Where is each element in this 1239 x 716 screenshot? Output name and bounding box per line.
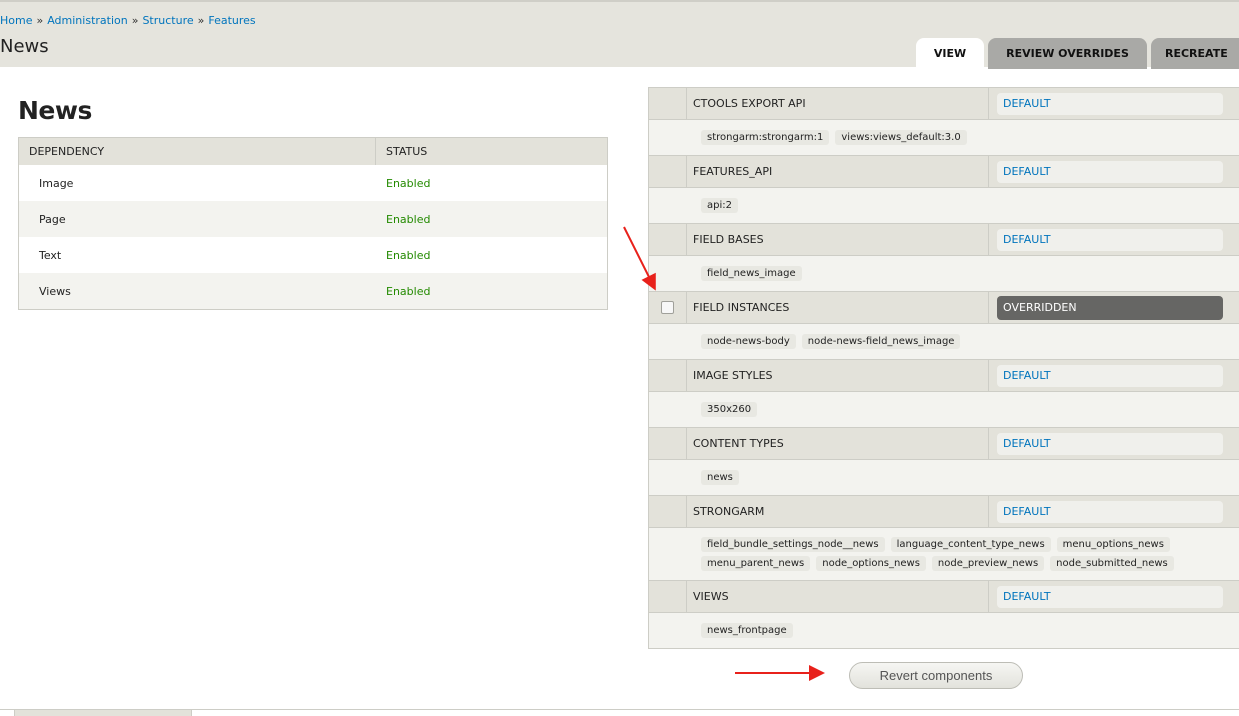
component-items: 350x260 bbox=[649, 391, 1239, 427]
components-table: CTOOLS EXPORT API DEFAULT strongarm:strong… bbox=[648, 87, 1239, 649]
component-item: views:views_default:3.0 bbox=[835, 130, 967, 145]
component-name: FEATURES_API bbox=[687, 156, 989, 187]
dependency-name: Page bbox=[39, 212, 66, 226]
component-state-cell: DEFAULT bbox=[989, 92, 1239, 115]
component-item: language_content_type_news bbox=[890, 537, 1051, 552]
component-item: strongarm:strongarm:1 bbox=[701, 130, 830, 145]
component-checkbox-cell bbox=[649, 156, 687, 187]
breadcrumb-features[interactable]: Features bbox=[208, 14, 255, 27]
component-name: FIELD BASES bbox=[687, 224, 989, 255]
component-state-badge[interactable]: DEFAULT bbox=[997, 160, 1223, 183]
dependency-row: Text Enabled bbox=[19, 237, 607, 273]
dependency-status: Enabled bbox=[386, 248, 431, 262]
component-item: node-news-body bbox=[701, 334, 796, 349]
tab-review-overrides[interactable]: REVIEW OVERRIDES bbox=[988, 38, 1147, 69]
component-items: strongarm:strongarm:1 views:views_default… bbox=[649, 119, 1239, 155]
tab-recreate[interactable]: RECREATE bbox=[1151, 38, 1239, 69]
component-header: CTOOLS EXPORT API DEFAULT bbox=[649, 87, 1239, 119]
component-checkbox-cell bbox=[649, 360, 687, 391]
breadcrumb-home[interactable]: Home bbox=[0, 14, 32, 27]
dependency-status: Enabled bbox=[386, 212, 431, 226]
component-name: VIEWS bbox=[687, 581, 989, 612]
breadcrumb-separator: » bbox=[131, 14, 139, 27]
tabs: VIEW REVIEW OVERRIDES RECREATE bbox=[916, 38, 1239, 69]
component-state-cell: DEFAULT bbox=[989, 432, 1239, 455]
component-items: field_news_image bbox=[649, 255, 1239, 291]
component-state-badge[interactable]: DEFAULT bbox=[997, 228, 1223, 251]
feature-title: News bbox=[18, 96, 92, 125]
component-name: CONTENT TYPES bbox=[687, 428, 989, 459]
dependency-row: Image Enabled bbox=[19, 165, 607, 201]
component-state-badge[interactable]: DEFAULT bbox=[997, 364, 1223, 387]
component-item: node_options_news bbox=[816, 556, 926, 571]
component-name: IMAGE STYLES bbox=[687, 360, 989, 391]
component-item: field_bundle_settings_node__news bbox=[701, 537, 885, 552]
component-items: node-news-body node-news-field_news_image bbox=[649, 323, 1239, 359]
component-state-badge[interactable]: OVERRIDDEN bbox=[997, 295, 1223, 320]
component-item: news bbox=[701, 470, 739, 485]
breadcrumb-separator: » bbox=[197, 14, 205, 27]
component-item: field_news_image bbox=[701, 266, 802, 281]
component-state-badge[interactable]: DEFAULT bbox=[997, 585, 1223, 608]
revert-components-button[interactable]: Revert components bbox=[849, 662, 1023, 689]
component-state-cell: DEFAULT bbox=[989, 500, 1239, 523]
breadcrumb-structure[interactable]: Structure bbox=[142, 14, 193, 27]
component-state-cell: DEFAULT bbox=[989, 228, 1239, 251]
dependency-status: Enabled bbox=[386, 176, 431, 190]
dependency-status: Enabled bbox=[386, 284, 431, 298]
component-state-cell: DEFAULT bbox=[989, 160, 1239, 183]
component-header: STRONGARM DEFAULT bbox=[649, 495, 1239, 527]
breadcrumb-separator: » bbox=[36, 14, 44, 27]
breadcrumb: Home» Administration» Structure» Features bbox=[0, 14, 256, 27]
component-checkbox-cell bbox=[649, 581, 687, 612]
component-header: FEATURES_API DEFAULT bbox=[649, 155, 1239, 187]
component-name: FIELD INSTANCES bbox=[687, 292, 989, 323]
component-header: VIEWS DEFAULT bbox=[649, 580, 1239, 612]
dependency-name: Image bbox=[39, 176, 74, 190]
component-state-badge[interactable]: DEFAULT bbox=[997, 432, 1223, 455]
component-header: FIELD INSTANCES OVERRIDDEN bbox=[649, 291, 1239, 323]
component-item: menu_options_news bbox=[1056, 537, 1170, 552]
component-checkbox-cell bbox=[649, 292, 687, 323]
component-header: CONTENT TYPES DEFAULT bbox=[649, 427, 1239, 459]
component-state-cell: OVERRIDDEN bbox=[989, 295, 1239, 320]
component-state-cell: DEFAULT bbox=[989, 585, 1239, 608]
component-checkbox-cell bbox=[649, 496, 687, 527]
component-state-badge[interactable]: DEFAULT bbox=[997, 500, 1223, 523]
dependency-table: DEPENDENCY STATUS Image Enabled Page Enable… bbox=[18, 137, 608, 310]
component-checkbox-cell bbox=[649, 428, 687, 459]
component-header: IMAGE STYLES DEFAULT bbox=[649, 359, 1239, 391]
dependency-row: Views Enabled bbox=[19, 273, 607, 309]
status-column-header: STATUS bbox=[386, 145, 428, 158]
component-items: news_frontpage bbox=[649, 612, 1239, 648]
component-state-cell: DEFAULT bbox=[989, 364, 1239, 387]
component-items: news bbox=[649, 459, 1239, 495]
page-header: Home» Administration» Structure» Features N… bbox=[0, 0, 1239, 69]
dependency-column-header: DEPENDENCY bbox=[19, 138, 376, 165]
component-item: news_frontpage bbox=[701, 623, 793, 638]
component-checkbox-cell bbox=[649, 88, 687, 119]
dependency-table-header: DEPENDENCY STATUS bbox=[19, 138, 607, 165]
tab-view[interactable]: VIEW bbox=[916, 38, 984, 69]
breadcrumb-administration[interactable]: Administration bbox=[47, 14, 128, 27]
component-checkbox-cell bbox=[649, 224, 687, 255]
component-state-badge[interactable]: DEFAULT bbox=[997, 92, 1223, 115]
component-name: STRONGARM bbox=[687, 496, 989, 527]
component-item: api:2 bbox=[701, 198, 738, 213]
component-name: CTOOLS EXPORT API bbox=[687, 88, 989, 119]
dependency-row: Page Enabled bbox=[19, 201, 607, 237]
dependency-name: Text bbox=[39, 248, 62, 262]
component-item: menu_parent_news bbox=[701, 556, 811, 571]
component-item: node_submitted_news bbox=[1050, 556, 1174, 571]
component-checkbox[interactable] bbox=[661, 301, 674, 314]
bottom-tab bbox=[14, 710, 192, 716]
dependency-name: Views bbox=[39, 284, 71, 298]
component-item: 350x260 bbox=[701, 402, 758, 417]
component-items: api:2 bbox=[649, 187, 1239, 223]
page-title: News bbox=[0, 36, 49, 57]
component-item: node_preview_news bbox=[931, 556, 1045, 571]
component-header: FIELD BASES DEFAULT bbox=[649, 223, 1239, 255]
component-items: field_bundle_settings_node__news language… bbox=[649, 527, 1239, 580]
component-item: node-news-field_news_image bbox=[801, 334, 961, 349]
